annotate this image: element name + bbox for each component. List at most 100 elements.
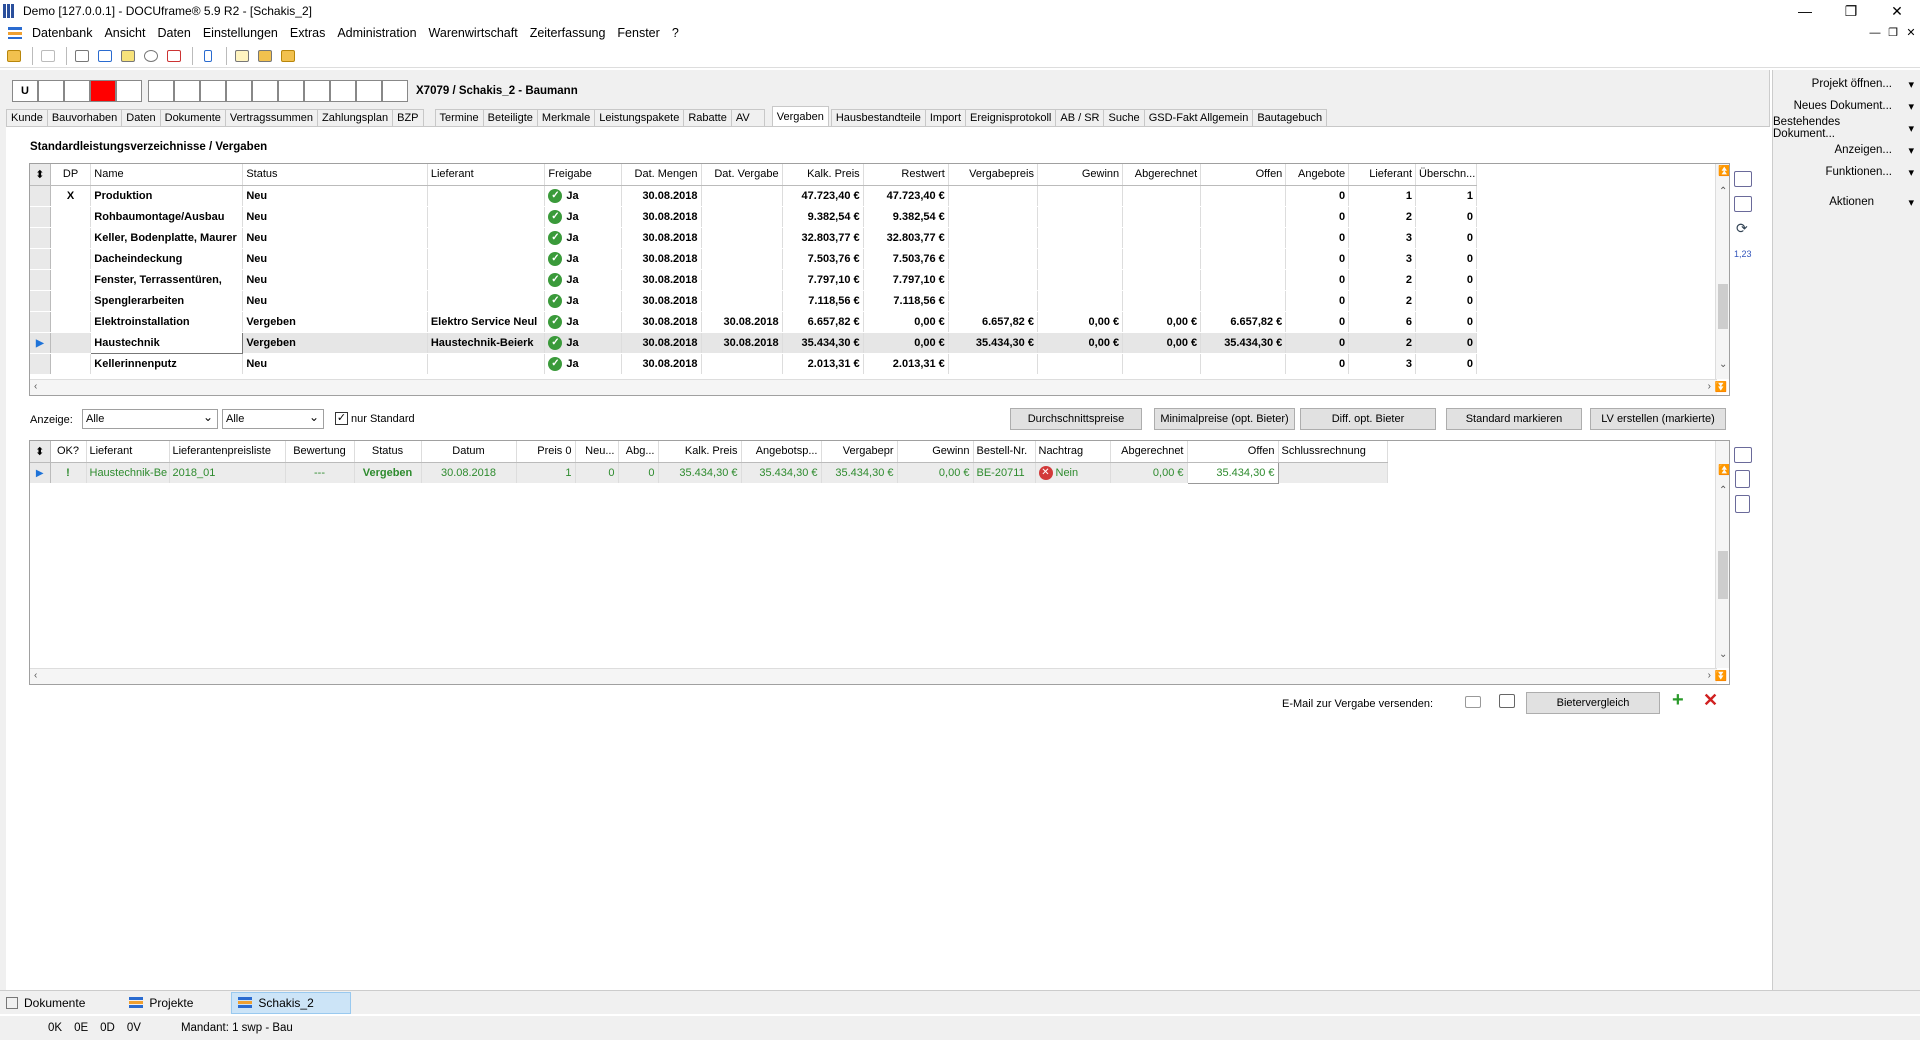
document-list-icon[interactable]	[1735, 495, 1750, 513]
lv-cell[interactable]: Haustechnik-Beierk	[427, 332, 546, 354]
bottom-tab-dokumente[interactable]: Dokumente	[0, 992, 95, 1014]
lv-cell[interactable]	[50, 227, 92, 249]
lv-cell[interactable]: Keller, Bodenplatte, Maurer	[90, 227, 244, 249]
kalk-preis-cell[interactable]: 35.434,30 €	[658, 462, 742, 484]
lv-cell[interactable]: Spenglerarbeiten	[90, 290, 244, 312]
status-box-12[interactable]	[304, 80, 330, 102]
lv-cell[interactable]	[1037, 248, 1124, 270]
phone-icon[interactable]	[198, 46, 218, 66]
durchschnittspreise-button[interactable]: Durchschnittspreise	[1010, 408, 1142, 430]
lv-cell[interactable]	[427, 269, 546, 291]
lv-cell[interactable]	[50, 290, 92, 312]
status-box-13[interactable]	[330, 80, 356, 102]
lv-cell[interactable]	[1037, 185, 1124, 207]
tab-merkmale[interactable]: Merkmale	[536, 109, 596, 127]
col-schlussrechnung[interactable]: Schlussrechnung	[1278, 441, 1388, 463]
lv-cell[interactable]	[1200, 290, 1287, 312]
lv-cell[interactable]: 0	[1415, 206, 1477, 228]
lv-row[interactable]: X Produktion Neu ✓ Ja 30.08.2018 47.723,40 €47…	[30, 185, 1477, 207]
lv-cell[interactable]: ✓ Ja	[544, 185, 623, 207]
export-icon[interactable]	[278, 46, 298, 66]
bieter-scroll-bottom-icon[interactable]: ⏬	[1715, 671, 1727, 682]
bottom-tab-projekte[interactable]: Projekte	[123, 992, 203, 1014]
lv-cell[interactable]: 0	[1415, 332, 1477, 354]
lv-cell[interactable]: 2	[1348, 290, 1417, 312]
print-icon[interactable]	[38, 46, 58, 66]
tab-dokumente[interactable]: Dokumente	[159, 109, 226, 127]
tab-leistungspakete[interactable]: Leistungspakete	[594, 109, 685, 127]
lv-cell[interactable]	[427, 206, 546, 228]
col-bewertung[interactable]: Bewertung	[285, 441, 355, 463]
row-selector[interactable]	[30, 290, 51, 312]
lv-cell[interactable]: 0	[1285, 332, 1350, 354]
lv-cell[interactable]	[427, 353, 546, 375]
lv-cell[interactable]: 0	[1285, 185, 1350, 207]
lv-cell[interactable]	[50, 206, 92, 228]
lv-cell[interactable]	[948, 269, 1038, 291]
lv-cell[interactable]: Elektro Service Neul	[427, 311, 546, 333]
menu-administration[interactable]: Administration	[333, 26, 424, 40]
lv-cell[interactable]: 30.08.2018	[621, 311, 702, 333]
lv-row[interactable]: Elektroinstallation Vergeben Elektro Servi…	[30, 311, 1477, 333]
lv-cell[interactable]: 1	[1348, 185, 1417, 207]
tab-vergaben[interactable]: Vergaben	[771, 106, 829, 127]
lv-cell[interactable]	[427, 248, 546, 270]
mdi-restore-button[interactable]: ❐	[1884, 22, 1902, 43]
lv-cell[interactable]	[1122, 248, 1202, 270]
mdi-close-button[interactable]: ✕	[1902, 22, 1920, 43]
lv-cell[interactable]: 0	[1415, 227, 1477, 249]
lv-cell[interactable]	[1122, 353, 1202, 375]
lv-cell[interactable]: 0	[1415, 353, 1477, 375]
col-bieter-abgerechnet[interactable]: Abgerechnet	[1110, 441, 1188, 463]
col-name[interactable]: Name	[90, 164, 244, 186]
preisliste-cell[interactable]: 2018_01	[169, 462, 286, 484]
datum-cell[interactable]: 30.08.2018	[421, 462, 517, 484]
lv-cell[interactable]	[948, 185, 1038, 207]
lv-cell[interactable]: 0,00 €	[863, 332, 949, 354]
lv-cell[interactable]: 3	[1348, 227, 1417, 249]
lv-cell[interactable]: 30.08.2018	[621, 269, 702, 291]
lv-cell[interactable]	[701, 269, 783, 291]
lv-cell[interactable]	[948, 248, 1038, 270]
tab-beteiligte[interactable]: Beteiligte	[482, 109, 538, 127]
lv-cell[interactable]: 0	[1415, 248, 1477, 270]
bieter-row-header-toggle[interactable]: ⬍	[30, 441, 51, 463]
lv-cell[interactable]: ✓ Ja	[544, 290, 623, 312]
scroll-up-icon[interactable]: ⌃	[1719, 186, 1727, 197]
col-vergabepreis[interactable]: Vergabepreis	[948, 164, 1038, 186]
bieter-scroll-right-icon[interactable]: ›	[1708, 670, 1711, 681]
col-freigabe[interactable]: Freigabe	[544, 164, 623, 186]
lv-cell[interactable]: Neu	[242, 290, 428, 312]
col-abgerechnet[interactable]: Abgerechnet	[1122, 164, 1202, 186]
col-restwert[interactable]: Restwert	[863, 164, 949, 186]
lv-cell[interactable]: Neu	[242, 269, 428, 291]
projekt-oeffnen-item[interactable]: Projekt öffnen...	[1773, 73, 1920, 95]
numbering-icon[interactable]: 1,23	[1734, 249, 1752, 259]
lv-cell[interactable]	[1122, 206, 1202, 228]
lv-cell[interactable]: ✓ Ja	[544, 248, 623, 270]
lv-cell[interactable]	[948, 227, 1038, 249]
col-kalk-preis[interactable]: Kalk. Preis	[782, 164, 864, 186]
lv-cell[interactable]: 0	[1285, 248, 1350, 270]
row-selector[interactable]	[30, 311, 51, 333]
tab-ab-sr[interactable]: AB / SR	[1055, 109, 1105, 127]
bieter-grid-settings-icon[interactable]	[1734, 447, 1752, 463]
tab-suche[interactable]: Suche	[1103, 109, 1145, 127]
bestehendes-dokument-item[interactable]: Bestehendes Dokument...	[1773, 116, 1920, 140]
close-button[interactable]: ✕	[1874, 0, 1920, 22]
anzeige-select-2[interactable]: Alle	[222, 408, 324, 429]
status-box-2[interactable]	[38, 80, 64, 102]
lv-cell[interactable]	[427, 185, 546, 207]
scroll-down-icon[interactable]: ⌄	[1719, 359, 1727, 370]
lv-cell[interactable]	[1200, 185, 1287, 207]
tab-bauvorhaben[interactable]: Bauvorhaben	[46, 109, 123, 127]
status-cell[interactable]: Vergeben	[354, 462, 422, 484]
lv-cell[interactable]: ✓ Ja	[544, 353, 623, 375]
lv-cell[interactable]: 2	[1348, 269, 1417, 291]
lv-cell[interactable]: 30.08.2018	[621, 290, 702, 312]
lv-cell[interactable]	[701, 185, 783, 207]
lv-cell[interactable]: 0	[1415, 269, 1477, 291]
col-lieferant[interactable]: Lieferant	[427, 164, 546, 186]
menu-datenbank[interactable]: Datenbank	[28, 26, 100, 40]
row-selector[interactable]	[30, 269, 51, 291]
